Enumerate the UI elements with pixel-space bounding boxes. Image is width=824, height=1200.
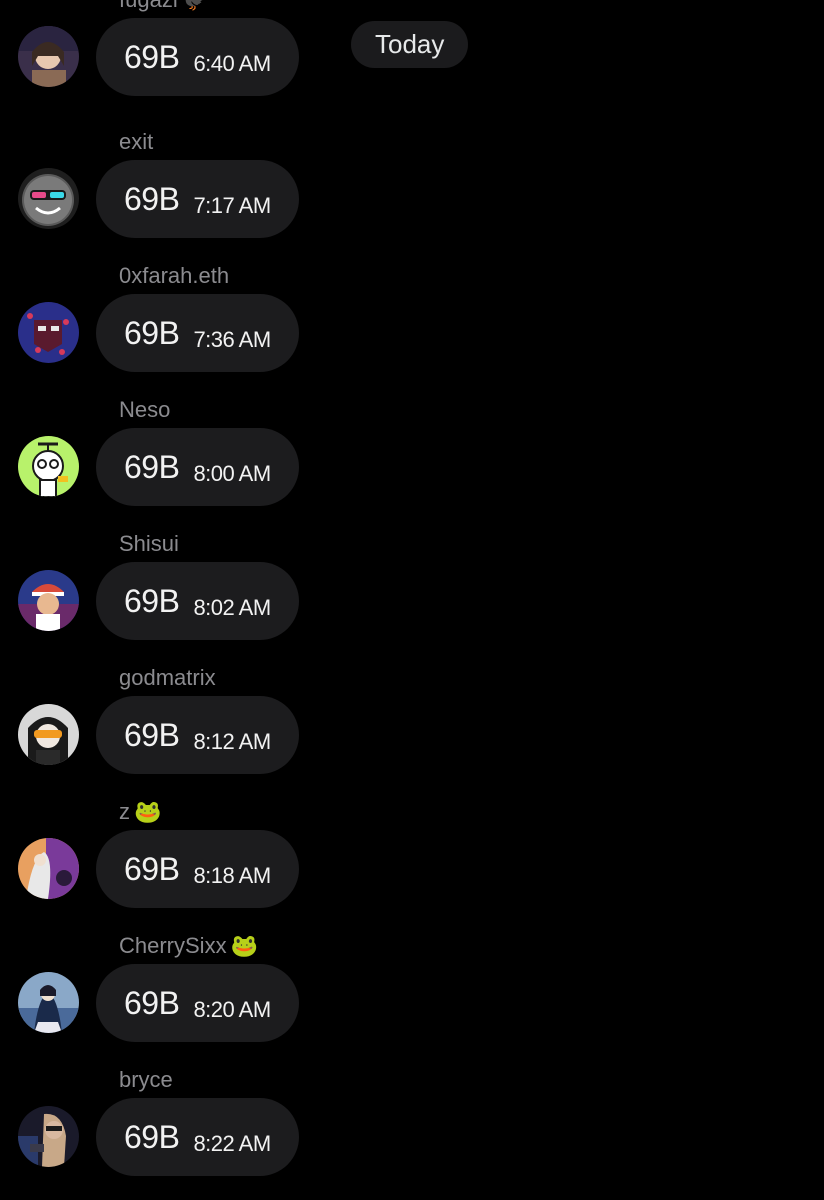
message-text: 69B	[124, 850, 180, 887]
sender-emoji: 🐦‍⬛	[182, 0, 209, 12]
avatar[interactable]	[18, 972, 79, 1033]
avatar[interactable]	[18, 704, 79, 765]
avatar[interactable]	[18, 436, 79, 497]
message-row: Shisui 69B 8:02 AM	[0, 530, 824, 664]
sender-name: bryce	[119, 1067, 173, 1092]
sender-name: godmatrix	[119, 665, 216, 690]
avatar-image	[18, 570, 79, 631]
sender-name: Neso	[119, 397, 171, 422]
message-row: bryce 69B 8:22 AM	[0, 1066, 824, 1200]
message-text: 69B	[124, 716, 180, 753]
avatar[interactable]	[18, 570, 79, 631]
avatar-image	[18, 302, 79, 363]
message-row: exit 69B 7:17 AM	[0, 128, 824, 262]
message-time: 8:02 AM	[193, 595, 271, 620]
message-row: Neso 69B 8:00 AM	[0, 396, 824, 530]
avatar[interactable]	[18, 838, 79, 899]
message-row: z 🐸 69B 8:18 AM	[0, 798, 824, 932]
message-bubble[interactable]: 69B 8:02 AM	[96, 562, 299, 640]
message-time: 8:18 AM	[193, 863, 271, 888]
message-row: CherrySixx 🐸 69B 8:20 AM	[0, 932, 824, 1066]
avatar-image	[18, 838, 79, 899]
avatar[interactable]	[18, 168, 79, 229]
message-time: 6:40 AM	[193, 51, 271, 76]
message-text: 69B	[124, 984, 180, 1021]
message-bubble[interactable]: 69B 7:36 AM	[96, 294, 299, 372]
sender-name: fugazi🐦‍⬛	[119, 0, 209, 14]
avatar[interactable]	[18, 1106, 79, 1167]
avatar-image	[18, 972, 79, 1033]
message-text: 69B	[124, 180, 180, 217]
avatar-image	[18, 26, 79, 87]
avatar[interactable]	[18, 302, 79, 363]
message-time: 8:22 AM	[193, 1131, 271, 1156]
sender-name: z 🐸	[119, 799, 162, 824]
sender-emoji: 🐸	[230, 933, 258, 958]
message-time: 8:12 AM	[193, 729, 271, 754]
message-row: fugazi🐦‍⬛ 69B 6:40 AM	[0, 0, 824, 120]
message-bubble[interactable]: 69B 8:12 AM	[96, 696, 299, 774]
message-bubble[interactable]: 69B 8:20 AM	[96, 964, 299, 1042]
message-bubble[interactable]: 69B 8:00 AM	[96, 428, 299, 506]
sender-name: CherrySixx 🐸	[119, 933, 258, 958]
sender-name: Shisui	[119, 531, 179, 556]
message-text: 69B	[124, 582, 180, 619]
message-text: 69B	[124, 38, 180, 75]
message-bubble[interactable]: 69B 8:22 AM	[96, 1098, 299, 1176]
avatar-image	[18, 168, 79, 229]
message-time: 7:17 AM	[193, 193, 271, 218]
message-bubble[interactable]: 69B 8:18 AM	[96, 830, 299, 908]
sender-name: exit	[119, 129, 154, 154]
message-text: 69B	[124, 448, 180, 485]
avatar[interactable]	[18, 26, 79, 87]
chat-thread: Today fugazi🐦‍⬛ 69B 6:40 AM exit	[0, 0, 824, 1200]
message-time: 7:36 AM	[193, 327, 271, 352]
sender-emoji: 🐸	[134, 799, 162, 824]
message-row: godmatrix 69B 8:12 AM	[0, 664, 824, 798]
message-row: 0xfarah.eth 69B 7:36 AM	[0, 262, 824, 396]
message-text: 69B	[124, 1118, 180, 1155]
message-bubble[interactable]: 69B 6:40 AM	[96, 18, 299, 96]
avatar-image	[18, 704, 79, 765]
message-time: 8:20 AM	[193, 997, 271, 1022]
avatar-image	[18, 1106, 79, 1167]
message-text: 69B	[124, 314, 180, 351]
message-time: 8:00 AM	[193, 461, 271, 486]
message-bubble[interactable]: 69B 7:17 AM	[96, 160, 299, 238]
avatar-image	[18, 436, 79, 497]
sender-name: 0xfarah.eth	[119, 263, 230, 288]
